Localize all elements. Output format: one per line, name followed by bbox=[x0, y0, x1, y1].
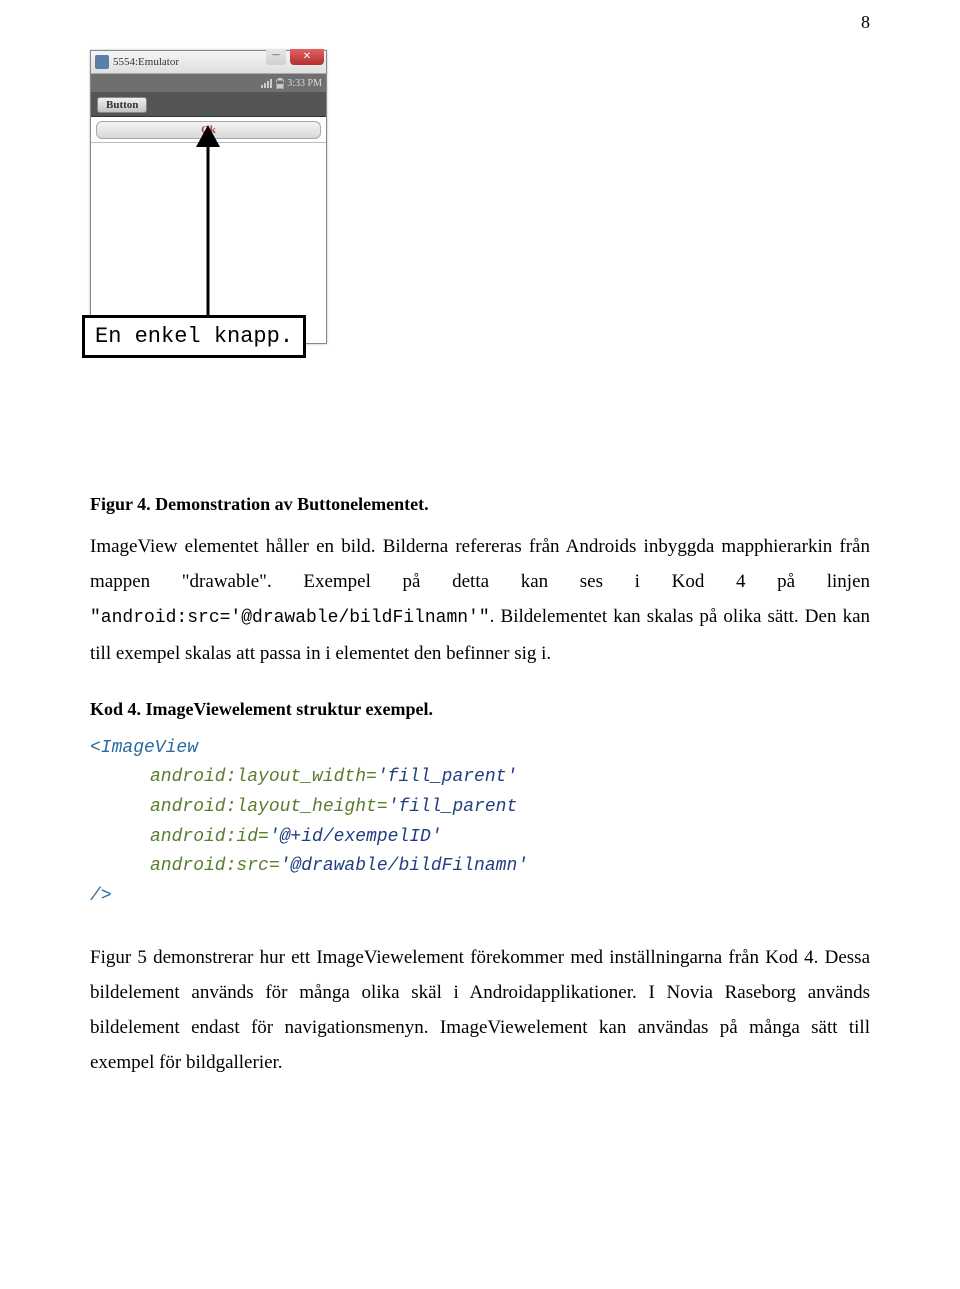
code-open-tag: <ImageView bbox=[90, 738, 198, 758]
page-number: 8 bbox=[861, 12, 870, 33]
content-area-top: Ok bbox=[91, 117, 326, 143]
code-val-3: '@+id/exempelID' bbox=[269, 827, 442, 847]
code-val-4: '@drawable/bildFilnamn' bbox=[280, 856, 528, 876]
paragraph-1: ImageView elementet håller en bild. Bild… bbox=[90, 529, 870, 671]
close-button[interactable]: ✕ bbox=[290, 49, 324, 65]
status-time: 3:33 PM bbox=[287, 78, 322, 89]
paragraph-2: Figur 5 demonstrerar hur ett ImageViewel… bbox=[90, 940, 870, 1081]
code-attr-3: android:id= bbox=[150, 827, 269, 847]
code-val-2: 'fill_parent bbox=[388, 797, 518, 817]
emulator-window: 5554:Emulator – ✕ 3:33 PM Button Ok bbox=[90, 50, 327, 344]
kod4-title: Kod 4. ImageViewelement struktur exempel… bbox=[90, 699, 870, 720]
annotation-label: En enkel knapp. bbox=[82, 315, 306, 358]
minimize-button[interactable]: – bbox=[266, 49, 286, 65]
battery-icon bbox=[276, 78, 284, 89]
code-attr-1: android:layout_width= bbox=[150, 767, 377, 787]
code-block: <ImageView android:layout_width='fill_pa… bbox=[90, 734, 870, 912]
signal-icon bbox=[261, 78, 273, 88]
code-attr-4: android:src= bbox=[150, 856, 280, 876]
figure-4-caption: Figur 4. Demonstration av Buttonelemente… bbox=[90, 494, 870, 515]
code-val-1: 'fill_parent' bbox=[377, 767, 517, 787]
toolbar-button[interactable]: Button bbox=[97, 97, 147, 113]
android-statusbar: 3:33 PM bbox=[91, 74, 326, 92]
para1-mono: "android:src='@drawable/bildFilnamn'" bbox=[90, 608, 490, 628]
emulator-body bbox=[91, 143, 326, 343]
para1-text-a: ImageView elementet håller en bild. Bild… bbox=[90, 536, 870, 592]
emulator-title: 5554:Emulator bbox=[113, 56, 179, 68]
code-attr-2: android:layout_height= bbox=[150, 797, 388, 817]
emulator-titlebar: 5554:Emulator – ✕ bbox=[91, 51, 326, 74]
emulator-app-icon bbox=[95, 55, 109, 69]
ok-button[interactable]: Ok bbox=[96, 121, 321, 139]
figure-4-container: 5554:Emulator – ✕ 3:33 PM Button Ok bbox=[90, 40, 870, 470]
toolbar-row: Button bbox=[91, 92, 326, 117]
code-close-tag: /> bbox=[90, 886, 112, 906]
